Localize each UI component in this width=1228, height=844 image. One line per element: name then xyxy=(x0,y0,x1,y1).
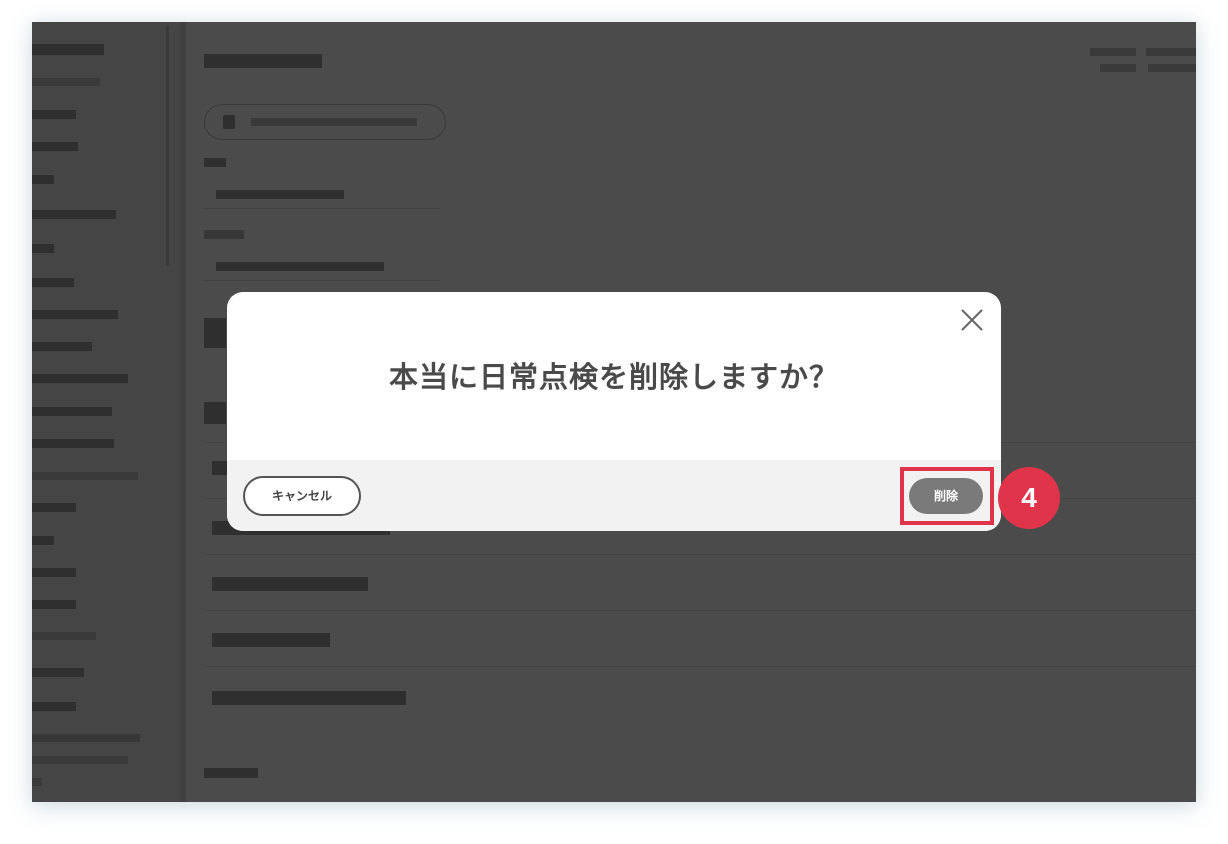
dialog-title: 本当に日常点検を削除しますか？ xyxy=(388,360,839,394)
sidebar-item xyxy=(32,439,114,448)
header-meta xyxy=(1148,64,1196,72)
field-value xyxy=(216,262,384,271)
dialog-footer: キャンセル 削除 xyxy=(227,460,1001,531)
footer-label xyxy=(204,768,258,778)
sidebar-item xyxy=(32,44,104,55)
sidebar-item xyxy=(32,310,118,319)
delete-button-highlight xyxy=(900,467,994,525)
user-field xyxy=(204,250,440,281)
sidebar-item xyxy=(32,600,76,609)
header-meta xyxy=(1100,64,1136,72)
vehicle-field xyxy=(204,178,440,209)
header-meta xyxy=(1146,48,1196,56)
sidebar-item xyxy=(32,536,54,545)
sidebar-item xyxy=(32,278,74,287)
sidebar xyxy=(32,22,181,802)
sidebar-item xyxy=(32,110,76,119)
date-pill xyxy=(204,104,446,140)
row-label xyxy=(212,691,406,705)
close-icon xyxy=(961,309,983,331)
step-number-badge: 4 xyxy=(998,467,1060,529)
delete-confirm-dialog: 本当に日常点検を削除しますか？ キャンセル 削除 xyxy=(227,292,1001,531)
sidebar-item xyxy=(32,702,76,711)
page-title xyxy=(204,54,322,68)
sidebar-item xyxy=(32,210,116,219)
sidebar-item xyxy=(32,244,54,253)
sidebar-item xyxy=(32,407,112,416)
field-label xyxy=(204,158,226,167)
sidebar-item xyxy=(32,668,84,677)
calendar-icon xyxy=(223,115,235,129)
checklist-row xyxy=(204,666,1196,723)
sidebar-item xyxy=(32,175,54,184)
row-label xyxy=(212,577,368,591)
date-text xyxy=(251,118,417,126)
close-button[interactable] xyxy=(960,308,984,332)
section-heading xyxy=(204,402,226,424)
section-heading xyxy=(204,318,226,348)
cancel-button[interactable]: キャンセル xyxy=(243,476,361,516)
field-label xyxy=(204,230,244,239)
sidebar-item xyxy=(32,734,140,742)
sidebar-item xyxy=(32,78,100,86)
sidebar-scrollbar xyxy=(166,26,169,266)
row-label xyxy=(212,633,330,647)
checklist-row xyxy=(204,610,1196,667)
sidebar-item xyxy=(32,503,76,512)
header-meta xyxy=(1090,48,1136,56)
checklist-row xyxy=(204,554,1196,611)
sidebar-item xyxy=(32,374,128,383)
sidebar-item xyxy=(32,778,42,786)
sidebar-item xyxy=(32,342,92,351)
sidebar-item xyxy=(32,142,78,151)
sidebar-item xyxy=(32,568,76,577)
sidebar-item xyxy=(32,756,128,764)
sidebar-item xyxy=(32,632,96,640)
sidebar-item xyxy=(32,472,138,480)
field-value xyxy=(216,190,344,199)
